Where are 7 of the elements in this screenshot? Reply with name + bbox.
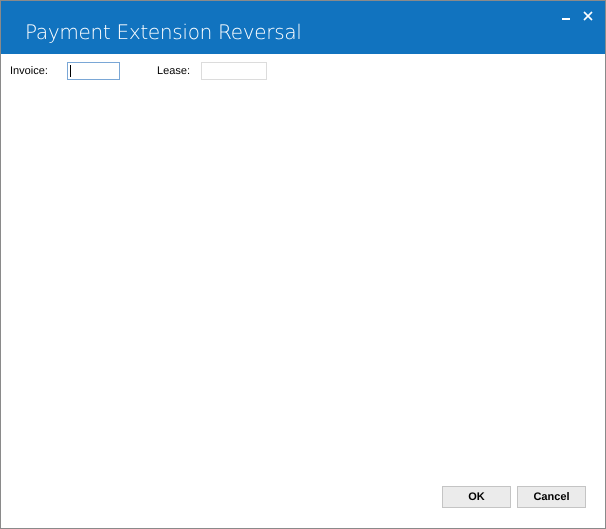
ok-button[interactable]: OK bbox=[442, 486, 511, 508]
field-label: Lease: bbox=[157, 65, 192, 77]
window-title: Payment Extension Reversal bbox=[24, 19, 302, 46]
field-label: Invoice: bbox=[10, 65, 49, 77]
cancel-button[interactable]: Cancel bbox=[517, 486, 586, 508]
input-field[interactable] bbox=[67, 62, 120, 80]
close-icon[interactable] bbox=[583, 11, 593, 21]
